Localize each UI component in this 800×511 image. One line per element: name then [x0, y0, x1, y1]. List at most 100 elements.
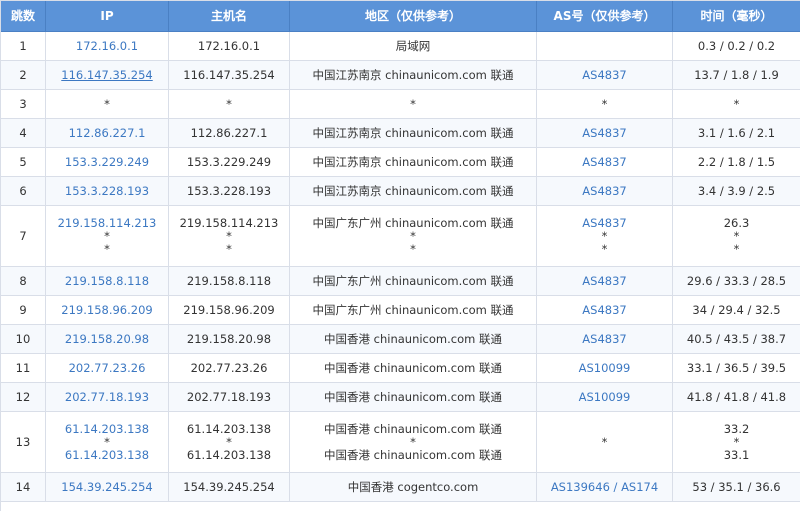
- ip-cell-link[interactable]: 116.147.35.254: [61, 68, 152, 82]
- as-cell-link[interactable]: AS4837: [582, 155, 626, 169]
- as-cell-link[interactable]: AS4837: [582, 274, 626, 288]
- time-cell: *: [673, 90, 800, 119]
- hop-number: 9: [1, 296, 46, 325]
- ip-cell-link[interactable]: 112.86.227.1: [69, 126, 146, 140]
- hostname-cell-text: 202.77.23.26: [190, 360, 268, 375]
- hostname-cell-text: 219.158.8.118: [186, 273, 272, 288]
- table-row: 8 219.158.8.118 219.158.8.118 中国广东广州 chinau…: [1, 267, 800, 296]
- ip-cell-link[interactable]: 219.158.20.98: [65, 332, 149, 346]
- ip-cell-link[interactable]: 153.3.229.249: [65, 155, 149, 169]
- hostname-cell-text: *: [226, 434, 232, 449]
- table-row: 10 219.158.20.98 219.158.20.98 中国香港 chinaun…: [1, 325, 800, 354]
- ip-cell: 219.158.114.213 * *: [46, 206, 169, 267]
- hop-number: 3: [1, 90, 46, 119]
- ip-cell: *: [46, 90, 169, 119]
- time-cell: 33.2 * 33.1: [673, 412, 800, 473]
- ip-cell-link[interactable]: 154.39.245.254: [61, 480, 152, 494]
- ip-cell-text: *: [104, 228, 110, 243]
- table-row: 3 * * * * *: [1, 90, 800, 119]
- hop-number: 10: [1, 325, 46, 354]
- hostname-cell-text: 219.158.96.209: [183, 302, 275, 317]
- hop-number: 6: [1, 177, 46, 206]
- as-cell-link[interactable]: AS139646 / AS174: [551, 480, 658, 494]
- region-cell: 中国江苏南京 chinaunicom.com 联通: [290, 119, 537, 148]
- time-cell-text: *: [733, 228, 740, 243]
- time-cell-text: 2.2 / 1.8 / 1.5: [697, 154, 776, 169]
- hop-number: 7: [1, 206, 46, 267]
- ip-cell-link[interactable]: 172.16.0.1: [76, 39, 138, 53]
- as-cell-link[interactable]: AS4837: [582, 184, 626, 198]
- ip-cell: 153.3.228.193: [46, 177, 169, 206]
- ip-cell-link[interactable]: 202.77.18.193: [65, 390, 149, 404]
- ip-cell-link[interactable]: 61.14.203.138: [65, 448, 149, 462]
- ip-cell-link[interactable]: 202.77.23.26: [69, 361, 146, 375]
- hop-number: 12: [1, 383, 46, 412]
- as-cell: AS4837 * *: [537, 206, 673, 267]
- hostname-cell-text: 172.16.0.1: [197, 38, 261, 53]
- time-cell-text: 53 / 35.1 / 36.6: [692, 479, 781, 494]
- ip-cell-link[interactable]: 219.158.8.118: [65, 274, 149, 288]
- region-cell: 中国江苏南京 chinaunicom.com 联通: [290, 148, 537, 177]
- hostname-cell: 172.16.0.1: [169, 32, 290, 61]
- hostname-cell-text: 219.158.114.213: [179, 215, 279, 230]
- hostname-cell: 153.3.229.249: [169, 148, 290, 177]
- time-cell-text: *: [733, 434, 740, 449]
- hostname-cell-text: 153.3.228.193: [186, 183, 272, 198]
- hop-number: 1: [1, 32, 46, 61]
- as-cell-link[interactable]: AS4837: [582, 332, 626, 346]
- as-cell: AS4837: [537, 325, 673, 354]
- time-cell-text: 40.5 / 43.5 / 38.7: [686, 331, 787, 346]
- table-row: 13 61.14.203.138 * 61.14.203.138 61.14.203.1…: [1, 412, 800, 473]
- hostname-cell: 112.86.227.1: [169, 119, 290, 148]
- ip-cell: 154.39.245.254: [46, 473, 169, 502]
- table-row: 4 112.86.227.1 112.86.227.1 中国江苏南京 chinauni…: [1, 119, 800, 148]
- as-cell: [537, 32, 673, 61]
- as-cell-text: *: [601, 228, 608, 243]
- as-cell: AS10099: [537, 354, 673, 383]
- region-cell-text: 中国江苏南京 chinaunicom.com 联通: [312, 125, 514, 140]
- time-cell: 53 / 35.1 / 36.6: [673, 473, 800, 502]
- region-cell: 中国广东广州 chinaunicom.com 联通: [290, 267, 537, 296]
- time-cell-text: 13.7 / 1.8 / 1.9: [694, 67, 779, 82]
- as-cell: AS4837: [537, 177, 673, 206]
- ip-cell-link[interactable]: 61.14.203.138: [65, 422, 149, 436]
- as-cell-link[interactable]: AS4837: [582, 303, 626, 317]
- ip-cell-link[interactable]: 219.158.114.213: [58, 216, 157, 230]
- time-cell-text: 33.1 / 36.5 / 39.5: [686, 360, 787, 375]
- hop-number: 11: [1, 354, 46, 383]
- time-cell: 40.5 / 43.5 / 38.7: [673, 325, 800, 354]
- header-as: AS号（仅供参考）: [537, 1, 673, 32]
- region-cell: 中国江苏南京 chinaunicom.com 联通: [290, 61, 537, 90]
- region-cell-text: 中国广东广州 chinaunicom.com 联通: [312, 302, 514, 317]
- region-cell: 中国广东广州 chinaunicom.com 联通 * *: [290, 206, 537, 267]
- ip-cell: 202.77.18.193: [46, 383, 169, 412]
- as-cell-link[interactable]: AS4837: [582, 126, 626, 140]
- hostname-cell-text: 116.147.35.254: [183, 67, 275, 82]
- header-hop: 跳数: [1, 1, 46, 32]
- time-cell: 34 / 29.4 / 32.5: [673, 296, 800, 325]
- table-row: 9 219.158.96.209 219.158.96.209 中国广东广州 chin…: [1, 296, 800, 325]
- region-cell-text: 中国香港 chinaunicom.com 联通: [323, 389, 502, 404]
- as-cell-link[interactable]: AS10099: [579, 361, 631, 375]
- time-cell-text: 41.8 / 41.8 / 41.8: [686, 389, 787, 404]
- ip-cell-link[interactable]: 219.158.96.209: [61, 303, 152, 317]
- hostname-cell: 153.3.228.193: [169, 177, 290, 206]
- traceroute-table: 跳数 IP 主机名 地区（仅供参考） AS号（仅供参考） 时间（毫秒） 1 172…: [0, 0, 800, 511]
- as-cell-link[interactable]: AS10099: [579, 390, 631, 404]
- hostname-cell: 219.158.8.118: [169, 267, 290, 296]
- table-row: 5 153.3.229.249 153.3.229.249 中国江苏南京 chinau…: [1, 148, 800, 177]
- hostname-cell-text: *: [226, 241, 232, 256]
- ip-cell: 219.158.96.209: [46, 296, 169, 325]
- hostname-cell: 202.77.18.193: [169, 383, 290, 412]
- as-cell-link[interactable]: AS4837: [582, 216, 626, 230]
- hostname-cell-text: 219.158.20.98: [186, 331, 272, 346]
- ip-cell-link[interactable]: 153.3.228.193: [65, 184, 149, 198]
- table-row: 6 153.3.228.193 153.3.228.193 中国江苏南京 chinau…: [1, 177, 800, 206]
- ip-cell: 153.3.229.249: [46, 148, 169, 177]
- hostname-cell: 154.39.245.254: [169, 473, 290, 502]
- hostname-cell: 116.147.35.254: [169, 61, 290, 90]
- region-cell-text: 中国香港 chinaunicom.com 联通: [323, 331, 502, 346]
- as-cell-link[interactable]: AS4837: [582, 68, 626, 82]
- time-cell: 33.1 / 36.5 / 39.5: [673, 354, 800, 383]
- table-row: 14 154.39.245.254 154.39.245.254 中国香港 cogen…: [1, 473, 800, 502]
